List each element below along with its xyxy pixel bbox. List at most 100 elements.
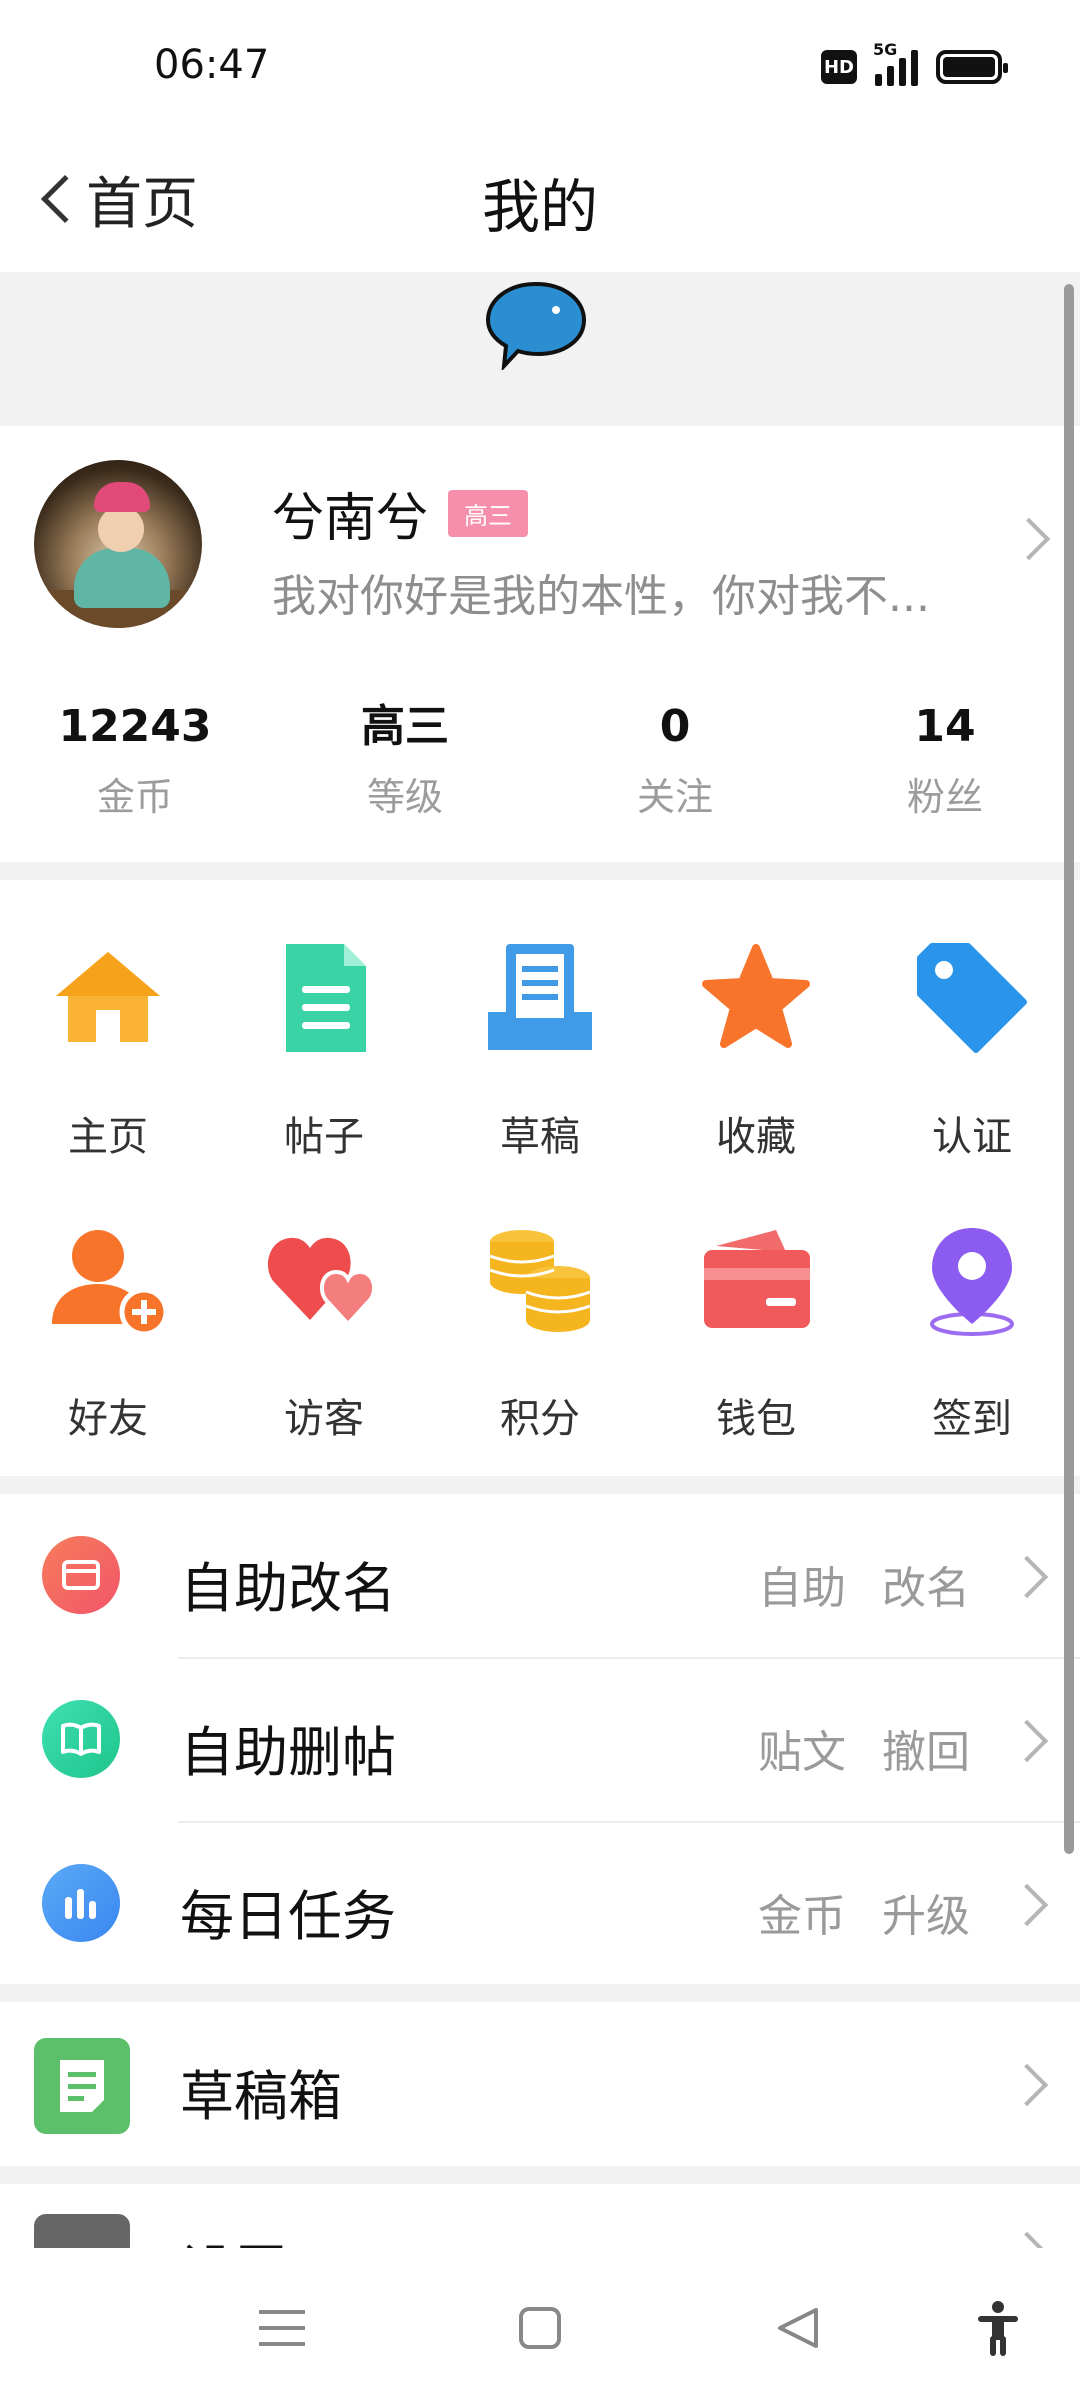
grid-item-wallet[interactable]: 钱包 [648,1162,864,1442]
location-pin-icon [930,1228,1014,1336]
chevron-right-icon [1005,2231,1049,2248]
star-icon [702,944,810,1048]
grid-item-drafts[interactable]: 草稿 [432,880,648,1160]
status-bar: 06:47 HD 5G [0,0,1080,130]
battery-icon [936,50,1008,84]
banner [0,272,1080,426]
tag-icon [917,943,1027,1053]
list-item-title: 草稿箱 [180,2065,342,2128]
stat-label: 金币 [96,775,173,819]
grid-item-verify[interactable]: 认证 [864,880,1080,1160]
grid-item-posts[interactable]: 帖子 [216,880,432,1160]
grid-label: 钱包 [716,1396,796,1442]
chevron-right-icon [1005,1719,1049,1763]
home-icon [56,952,160,1042]
stat-label: 等级 [366,775,443,819]
tag: 贴文 [758,1727,846,1778]
grid-label: 积分 [500,1396,580,1442]
list-item-title: 自助改名 [180,1557,396,1620]
home-square-icon[interactable] [510,2298,570,2358]
coins-icon [489,1230,591,1332]
tag: 撤回 [882,1727,970,1778]
stats-row: 12243 金币 高三 等级 0 关注 14 粉丝 [0,696,1080,826]
grid-item-home[interactable]: 主页 [0,880,216,1160]
grid-item-visitors[interactable]: 访客 [216,1162,432,1442]
grid-item-friends[interactable]: 好友 [0,1162,216,1442]
list-item-tags: 金币 升级 [722,1880,970,1944]
username: 兮南兮 [272,489,429,549]
chevron-right-icon [1005,1555,1049,1599]
gear-icon [34,2214,130,2248]
section-divider [0,1476,1080,1494]
grid-label: 访客 [284,1396,364,1442]
grid-label: 帖子 [284,1114,364,1160]
stat-label: 关注 [636,775,713,819]
page-title: 我的 [481,173,598,241]
list-item-tags: 自助 改名 [722,1552,970,1616]
stat-value: 高三 [361,701,449,752]
hd-icon: HD [821,50,857,84]
scrollbar[interactable] [1064,284,1074,1854]
list-item-drafts-box[interactable]: 草稿箱 [0,2002,1080,2166]
tag: 升级 [882,1891,970,1942]
stat-level[interactable]: 高三 等级 [270,696,540,826]
grid-label: 主页 [68,1114,148,1160]
grid-row-1: 主页 帖子 草稿 收藏 认证 [0,880,1080,1160]
grid-label: 签到 [932,1396,1012,1442]
header: 首页 我的 [0,130,1080,272]
grid-item-favorites[interactable]: 收藏 [648,880,864,1160]
grid-item-checkin[interactable]: 签到 [864,1162,1080,1442]
stat-coins[interactable]: 12243 金币 [0,696,270,826]
signature: 我对你好是我的本性，你对我不... [272,571,930,622]
grid-label: 收藏 [716,1114,796,1160]
status-icons: HD 5G [821,40,1008,86]
chat-bubble-icon [485,281,587,370]
stat-value: 0 [659,701,691,752]
grid-row-2: 好友 访客 积分 钱包 签到 [0,1162,1080,1442]
list-item-title: 每日任务 [180,1885,396,1948]
draft-icon [488,944,592,1050]
drafts-box-icon [34,2038,130,2134]
grid-label: 认证 [932,1114,1012,1160]
visitor-heart-icon [267,1237,377,1327]
bar-chart-icon [42,1864,120,1942]
profile-card[interactable]: 兮南兮 高三 我对你好是我的本性，你对我不... 12243 金币 高三 等级 … [0,426,1080,866]
menu-icon[interactable] [252,2298,312,2358]
rename-icon [42,1536,120,1614]
status-time: 06:47 [154,42,270,88]
list-item-rename[interactable]: 自助改名 自助 改名 [0,1494,1080,1658]
list-item-daily-tasks[interactable]: 每日任务 金币 升级 [0,1822,1080,1986]
list-item-settings[interactable]: 设置 [0,2184,1080,2248]
list-item-delete-post[interactable]: 自助删帖 贴文 撤回 [0,1658,1080,1822]
stat-label: 粉丝 [906,775,983,819]
add-friend-icon [52,1230,168,1337]
chevron-right-icon [1007,517,1051,561]
tag: 金币 [758,1891,846,1942]
feature-grid: 主页 帖子 草稿 收藏 认证 好友 访客 积分 钱包 签到 [0,880,1080,1476]
section-divider [0,862,1080,880]
stat-fans[interactable]: 14 粉丝 [810,696,1080,826]
back-triangle-icon[interactable] [768,2298,828,2358]
stat-value: 14 [914,701,976,752]
wallet-icon [704,1230,810,1328]
service-list: 自助改名 自助 改名 自助删帖 贴文 撤回 每日任务 金币 升级 [0,1494,1080,1984]
stat-following[interactable]: 0 关注 [540,696,810,826]
signal-icon: 5G [873,40,918,86]
section-divider [0,1984,1080,2002]
list-item-tags: 贴文 撤回 [722,1716,970,1780]
chevron-right-icon [1005,1883,1049,1927]
stat-value: 12243 [58,701,212,752]
chevron-right-icon [1005,2063,1049,2107]
grid-label: 草稿 [500,1114,580,1160]
avatar[interactable] [34,460,202,628]
level-badge: 高三 [448,490,529,537]
section-divider [0,2166,1080,2184]
grid-item-points[interactable]: 积分 [432,1162,648,1442]
tag: 自助 [758,1563,846,1614]
book-icon [42,1700,120,1778]
tag: 改名 [882,1563,970,1614]
accessibility-icon[interactable] [968,2298,1028,2358]
username-row: 兮南兮 高三 [272,476,529,551]
list-item-title: 自助删帖 [180,1721,396,1784]
network-type: 5G [873,40,898,59]
